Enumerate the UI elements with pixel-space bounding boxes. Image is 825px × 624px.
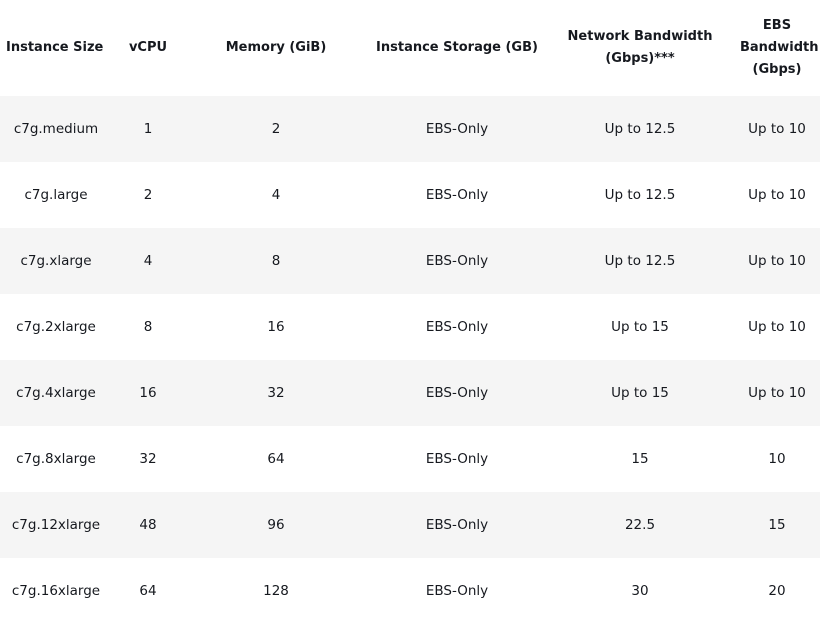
- table-header: Instance Size vCPU Memory (GiB) Instance…: [0, 0, 820, 96]
- cell-memory: 96: [184, 492, 368, 558]
- cell-vcpu: 4: [112, 228, 184, 294]
- table-body: c7g.medium 1 2 EBS-Only Up to 12.5 Up to…: [0, 96, 820, 624]
- cell-instance-size: c7g.4xlarge: [0, 360, 112, 426]
- table-row: c7g.4xlarge 16 32 EBS-Only Up to 15 Up t…: [0, 360, 820, 426]
- header-ebs-bandwidth: EBS Bandwidth (Gbps): [734, 0, 820, 96]
- cell-vcpu: 8: [112, 294, 184, 360]
- cell-vcpu: 16: [112, 360, 184, 426]
- cell-instance-storage: EBS-Only: [368, 558, 546, 624]
- cell-ebs-bandwidth: 10: [734, 426, 820, 492]
- cell-instance-size: c7g.2xlarge: [0, 294, 112, 360]
- cell-memory: 64: [184, 426, 368, 492]
- cell-ebs-bandwidth: 15: [734, 492, 820, 558]
- cell-ebs-bandwidth: Up to 10: [734, 228, 820, 294]
- cell-network-bandwidth: Up to 12.5: [546, 162, 734, 228]
- header-memory: Memory (GiB): [184, 0, 368, 96]
- cell-network-bandwidth: 22.5: [546, 492, 734, 558]
- cell-vcpu: 32: [112, 426, 184, 492]
- cell-ebs-bandwidth: Up to 10: [734, 162, 820, 228]
- cell-instance-size: c7g.8xlarge: [0, 426, 112, 492]
- table-row: c7g.medium 1 2 EBS-Only Up to 12.5 Up to…: [0, 96, 820, 162]
- cell-network-bandwidth: Up to 15: [546, 294, 734, 360]
- cell-network-bandwidth: 15: [546, 426, 734, 492]
- cell-ebs-bandwidth: Up to 10: [734, 360, 820, 426]
- cell-instance-size: c7g.xlarge: [0, 228, 112, 294]
- cell-memory: 32: [184, 360, 368, 426]
- header-vcpu: vCPU: [112, 0, 184, 96]
- cell-ebs-bandwidth: 20: [734, 558, 820, 624]
- cell-instance-size: c7g.16xlarge: [0, 558, 112, 624]
- cell-ebs-bandwidth: Up to 10: [734, 294, 820, 360]
- cell-instance-storage: EBS-Only: [368, 96, 546, 162]
- cell-instance-storage: EBS-Only: [368, 426, 546, 492]
- cell-instance-storage: EBS-Only: [368, 228, 546, 294]
- table-row: c7g.8xlarge 32 64 EBS-Only 15 10: [0, 426, 820, 492]
- cell-instance-size: c7g.medium: [0, 96, 112, 162]
- cell-vcpu: 2: [112, 162, 184, 228]
- instance-specs-table: Instance Size vCPU Memory (GiB) Instance…: [0, 0, 820, 624]
- cell-instance-storage: EBS-Only: [368, 492, 546, 558]
- cell-network-bandwidth: Up to 12.5: [546, 96, 734, 162]
- cell-network-bandwidth: 30: [546, 558, 734, 624]
- header-instance-size: Instance Size: [0, 0, 112, 96]
- cell-network-bandwidth: Up to 12.5: [546, 228, 734, 294]
- cell-instance-storage: EBS-Only: [368, 360, 546, 426]
- cell-vcpu: 64: [112, 558, 184, 624]
- cell-instance-storage: EBS-Only: [368, 294, 546, 360]
- cell-network-bandwidth: Up to 15: [546, 360, 734, 426]
- table-row: c7g.xlarge 4 8 EBS-Only Up to 12.5 Up to…: [0, 228, 820, 294]
- cell-instance-storage: EBS-Only: [368, 162, 546, 228]
- cell-memory: 128: [184, 558, 368, 624]
- header-row: Instance Size vCPU Memory (GiB) Instance…: [0, 0, 820, 96]
- cell-instance-size: c7g.12xlarge: [0, 492, 112, 558]
- cell-memory: 8: [184, 228, 368, 294]
- cell-vcpu: 48: [112, 492, 184, 558]
- header-instance-storage: Instance Storage (GB): [368, 0, 546, 96]
- cell-vcpu: 1: [112, 96, 184, 162]
- cell-memory: 4: [184, 162, 368, 228]
- cell-memory: 16: [184, 294, 368, 360]
- table-row: c7g.large 2 4 EBS-Only Up to 12.5 Up to …: [0, 162, 820, 228]
- table-row: c7g.12xlarge 48 96 EBS-Only 22.5 15: [0, 492, 820, 558]
- cell-ebs-bandwidth: Up to 10: [734, 96, 820, 162]
- table-row: c7g.16xlarge 64 128 EBS-Only 30 20: [0, 558, 820, 624]
- cell-instance-size: c7g.large: [0, 162, 112, 228]
- table-row: c7g.2xlarge 8 16 EBS-Only Up to 15 Up to…: [0, 294, 820, 360]
- header-network-bandwidth: Network Bandwidth (Gbps)***: [546, 0, 734, 96]
- cell-memory: 2: [184, 96, 368, 162]
